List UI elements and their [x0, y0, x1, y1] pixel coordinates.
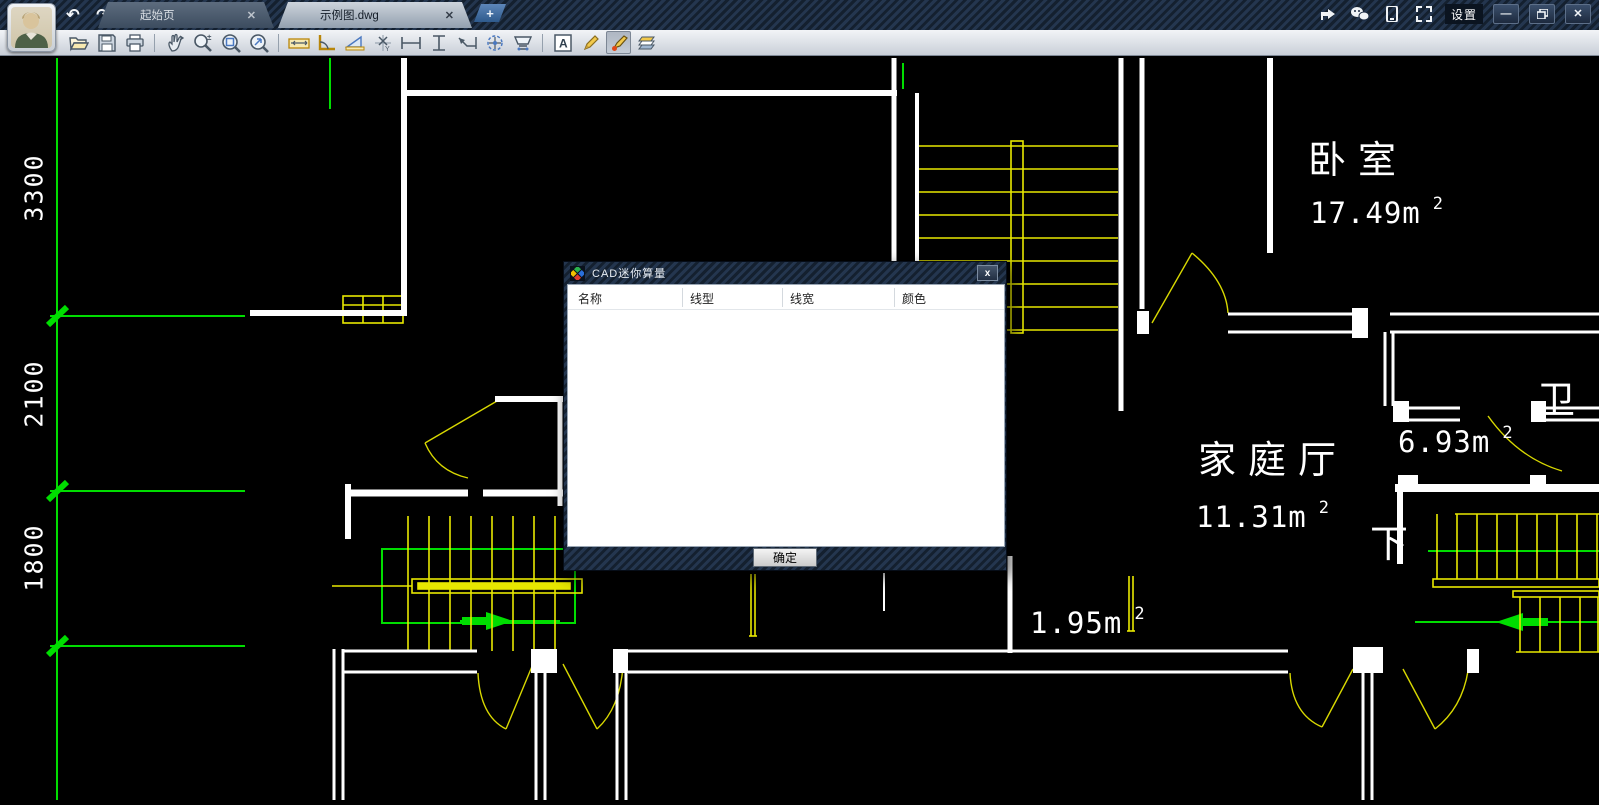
back-arrow-icon[interactable]: ↶ [62, 5, 84, 25]
ok-button[interactable]: 确定 [753, 548, 817, 567]
close-button[interactable]: ✕ [1565, 4, 1591, 24]
pan-button[interactable] [162, 31, 187, 54]
fullscreen-icon[interactable] [1413, 3, 1435, 25]
dialog-footer: 确定 [564, 545, 1006, 570]
column-name: 名称 [578, 290, 602, 307]
user-avatar[interactable] [7, 3, 56, 52]
tab-start-page[interactable]: 起始页 ✕ [98, 2, 274, 28]
toolbar: ± Y A [0, 30, 1599, 56]
layer-manager-dialog: CAD迷你算量 x 名称 线型 线宽 颜色 确定 [563, 261, 1007, 571]
toolbar-separator [154, 34, 155, 52]
room-area-small: 6.93m2 [1398, 423, 1514, 459]
open-button[interactable] [66, 31, 91, 54]
column-color: 颜色 [902, 290, 926, 307]
layers-button[interactable] [634, 31, 659, 54]
dialog-title: CAD迷你算量 [592, 265, 666, 281]
svg-text:A: A [559, 36, 568, 50]
layer-table-header: 名称 线型 线宽 颜色 [568, 285, 1004, 310]
count-button[interactable] [510, 31, 535, 54]
dialog-titlebar[interactable]: CAD迷你算量 [564, 262, 1006, 284]
titlebar: ↶ ↷ 起始页 ✕ 示例图.dwg ✕ + 设置 — ✕ [0, 0, 1599, 30]
leader-button[interactable] [454, 31, 479, 54]
tab-drawing-file[interactable]: 示例图.dwg ✕ [278, 2, 472, 28]
room-area-bedroom: 17.49m2 [1310, 194, 1444, 230]
stair-arrows [462, 612, 1548, 631]
zoom-window-button[interactable] [218, 31, 243, 54]
measure-length-button[interactable] [286, 31, 311, 54]
stair-down-label: 下 [1370, 513, 1408, 568]
toolbar-separator [278, 34, 279, 52]
room-area-tiny: 1.95m2 [1030, 604, 1146, 640]
dimension-vertical-button[interactable] [426, 31, 451, 54]
toolbar-separator [542, 34, 543, 52]
print-button[interactable] [122, 31, 147, 54]
minimize-button[interactable]: — [1493, 4, 1519, 24]
column-linetype: 线型 [690, 290, 714, 307]
dimension-label: 3300 [20, 148, 49, 228]
tab-close-icon[interactable]: ✕ [247, 9, 256, 22]
room-area-family-hall: 11.31m2 [1196, 498, 1330, 534]
dimension-label: 2100 [20, 354, 49, 434]
room-label-bedroom: 卧室 [1308, 129, 1408, 184]
dialog-close-button[interactable]: x [977, 265, 998, 281]
pencil-button[interactable] [578, 31, 603, 54]
dimension-horizontal-button[interactable] [398, 31, 423, 54]
dimension-label: 1800 [20, 518, 49, 598]
settings-button[interactable]: 设置 [1445, 4, 1483, 24]
avatar-image [11, 7, 52, 48]
dialog-body: 名称 线型 线宽 颜色 [567, 284, 1005, 547]
wechat-icon[interactable] [1349, 3, 1371, 25]
text-button[interactable]: A [550, 31, 575, 54]
tab-label: 起始页 [140, 7, 175, 23]
zoom-in-out-button[interactable]: ± [190, 31, 215, 54]
zoom-extents-button[interactable] [246, 31, 271, 54]
new-tab-button[interactable]: + [474, 4, 506, 22]
share-icon[interactable] [1317, 3, 1339, 25]
column-divider [894, 288, 895, 307]
tab-label: 示例图.dwg [320, 7, 379, 23]
brush-button[interactable] [606, 31, 631, 54]
mobile-icon[interactable] [1381, 3, 1403, 25]
restore-button[interactable] [1529, 4, 1555, 24]
column-divider [782, 288, 783, 307]
measure-angle-button[interactable] [314, 31, 339, 54]
room-label-family-hall: 家庭厅 [1198, 429, 1348, 484]
svg-text:±: ± [207, 33, 212, 42]
save-button[interactable] [94, 31, 119, 54]
measure-coordinate-button[interactable]: Y [370, 31, 395, 54]
app-logo-icon [570, 266, 585, 281]
center-mark-button[interactable] [482, 31, 507, 54]
column-lineweight: 线宽 [790, 290, 814, 307]
measure-area-button[interactable] [342, 31, 367, 54]
tab-close-icon[interactable]: ✕ [445, 9, 454, 22]
column-divider [682, 288, 683, 307]
svg-text:Y: Y [385, 46, 390, 53]
bathroom-label: 卫 [1537, 369, 1575, 424]
